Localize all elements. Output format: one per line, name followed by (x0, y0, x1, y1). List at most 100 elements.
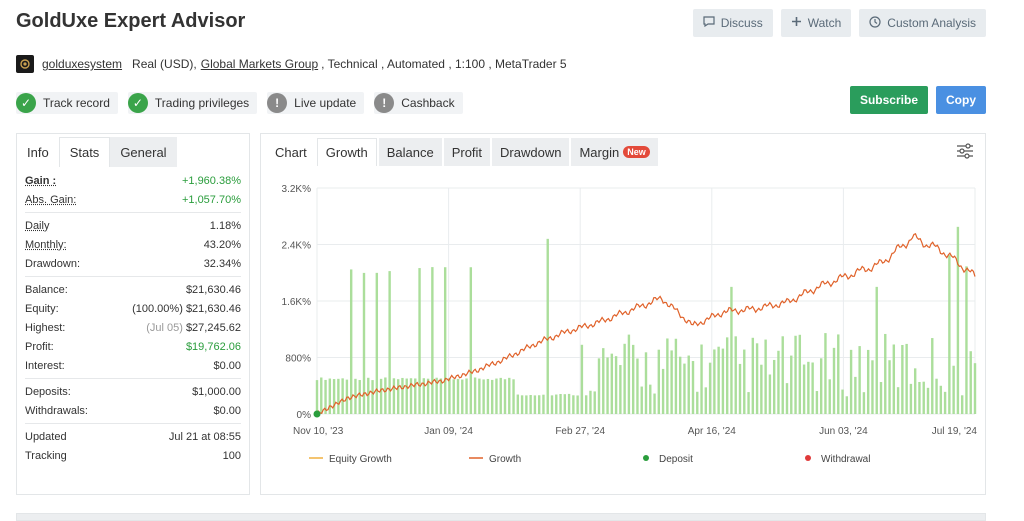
bar (644, 352, 648, 414)
subscribe-button[interactable]: Subscribe (849, 86, 928, 114)
balance-label: Balance: (25, 283, 68, 296)
x-tick-label: Apr 16, '24 (688, 426, 736, 437)
equity-amount: $21,630.46 (185, 302, 241, 315)
highest-amount: $27,245.62 (185, 321, 241, 334)
bar (683, 363, 686, 414)
bar (738, 363, 742, 414)
bar (832, 347, 836, 414)
daily-label[interactable]: Daily (25, 220, 49, 232)
bar (555, 394, 558, 414)
equity-label: Equity: (25, 302, 59, 315)
bar (320, 377, 323, 414)
stat-row-drawdown: Drawdown: 32.34% (25, 254, 241, 273)
bar (559, 393, 562, 414)
x-tick-label: Jun 03, '24 (819, 426, 868, 437)
bar (969, 351, 972, 414)
badge-live-update[interactable]: ! Live update (267, 92, 365, 114)
tab-balance[interactable]: Balance (378, 138, 442, 166)
interest-value: $0.00 (213, 359, 241, 372)
bar (909, 383, 913, 414)
new-badge: New (623, 146, 650, 158)
bar (614, 356, 618, 414)
bar (375, 272, 379, 414)
badge-label: Cashback (401, 96, 455, 110)
equity-value: (100.00%) $21,630.46 (132, 303, 241, 315)
bar (837, 334, 840, 414)
legend-swatch (643, 455, 649, 461)
discuss-button[interactable]: Discuss (692, 9, 773, 37)
primary-actions: Subscribe Copy (849, 86, 986, 114)
y-tick-label: 800% (285, 354, 311, 365)
bar (785, 383, 789, 414)
stat-row-abs-gain: Abs. Gain: +1,057.70% (25, 190, 241, 209)
bar (807, 361, 810, 414)
bar (563, 394, 567, 414)
monthly-label[interactable]: Monthly: (25, 239, 67, 251)
updated-label: Updated (25, 430, 67, 443)
tab-drawdown[interactable]: Drawdown (492, 138, 570, 166)
stat-row-equity: Equity: (100.00%) $21,630.46 (25, 299, 241, 318)
bar (760, 364, 763, 414)
custom-analysis-button[interactable]: Custom Analysis (859, 9, 986, 37)
stat-row-withdrawals: Withdrawals: $0.00 (25, 401, 241, 420)
bar (819, 358, 823, 414)
bar (922, 381, 925, 414)
tracking-value: 100 (222, 449, 241, 462)
tab-stats[interactable]: Stats (58, 137, 111, 167)
bar (401, 377, 404, 414)
bar (901, 344, 904, 414)
badge-label: Trading privileges (154, 96, 250, 110)
tab-margin-label: Margin (579, 144, 620, 160)
bar (918, 381, 921, 414)
bar (520, 395, 524, 414)
tab-general[interactable]: General (110, 137, 177, 167)
bar (691, 361, 695, 414)
deposits-value: $1,000.00 (192, 385, 241, 398)
broker-link[interactable]: Global Markets Group (201, 57, 318, 71)
copy-button[interactable]: Copy (936, 86, 986, 114)
chart-tabs-label: Chart (267, 138, 315, 166)
username-link[interactable]: golduxesystem (42, 57, 122, 71)
x-tick-label: Nov 10, '23 (293, 426, 344, 437)
bar (751, 337, 755, 414)
tab-info[interactable]: Info (17, 137, 59, 167)
bar (717, 346, 720, 414)
badge-track-record[interactable]: ✓ Track record (16, 92, 118, 114)
bar (461, 379, 464, 414)
badge-trading-privileges[interactable]: ✓ Trading privileges (127, 92, 258, 114)
deposits-label: Deposits: (25, 385, 71, 398)
drawdown-label: Drawdown: (25, 257, 81, 270)
tab-profit[interactable]: Profit (443, 138, 491, 166)
avatar[interactable] (16, 55, 34, 73)
divider (25, 423, 241, 424)
watch-label: Watch (807, 16, 842, 30)
stats-list: Gain : +1,960.38% Abs. Gain: +1,057.70% … (17, 167, 249, 465)
badge-cashback[interactable]: ! Cashback (374, 92, 463, 114)
badge-label: Track record (43, 96, 110, 110)
gain-label[interactable]: Gain : (25, 175, 56, 187)
bar (743, 349, 746, 414)
bar (943, 391, 947, 414)
monthly-value: 43.20% (203, 238, 241, 251)
y-tick-label: 2.4K% (282, 241, 312, 252)
bar (610, 353, 614, 414)
bar (576, 395, 579, 414)
watch-button[interactable]: Watch (780, 9, 852, 37)
tab-margin[interactable]: Margin New (571, 138, 658, 166)
x-tick-label: Jan 09, '24 (424, 426, 473, 437)
stat-row-monthly: Monthly: 43.20% (25, 235, 241, 254)
plus-icon (791, 16, 802, 30)
bar (631, 344, 635, 414)
bar (546, 238, 549, 414)
legend-label: Growth (489, 454, 521, 465)
bar (332, 379, 336, 414)
bar (542, 394, 545, 414)
bar (960, 395, 964, 414)
tab-growth[interactable]: Growth (316, 138, 377, 166)
bar (747, 392, 750, 414)
bar (892, 344, 896, 414)
bar (828, 379, 831, 414)
chart-settings-icon[interactable] (955, 142, 975, 160)
abs-gain-label[interactable]: Abs. Gain: (25, 194, 76, 206)
growth-chart[interactable]: 0% 800% 1.6K% 2.4K% 3.2K% Nov 10, '23 Jan 09, … (261, 174, 985, 494)
